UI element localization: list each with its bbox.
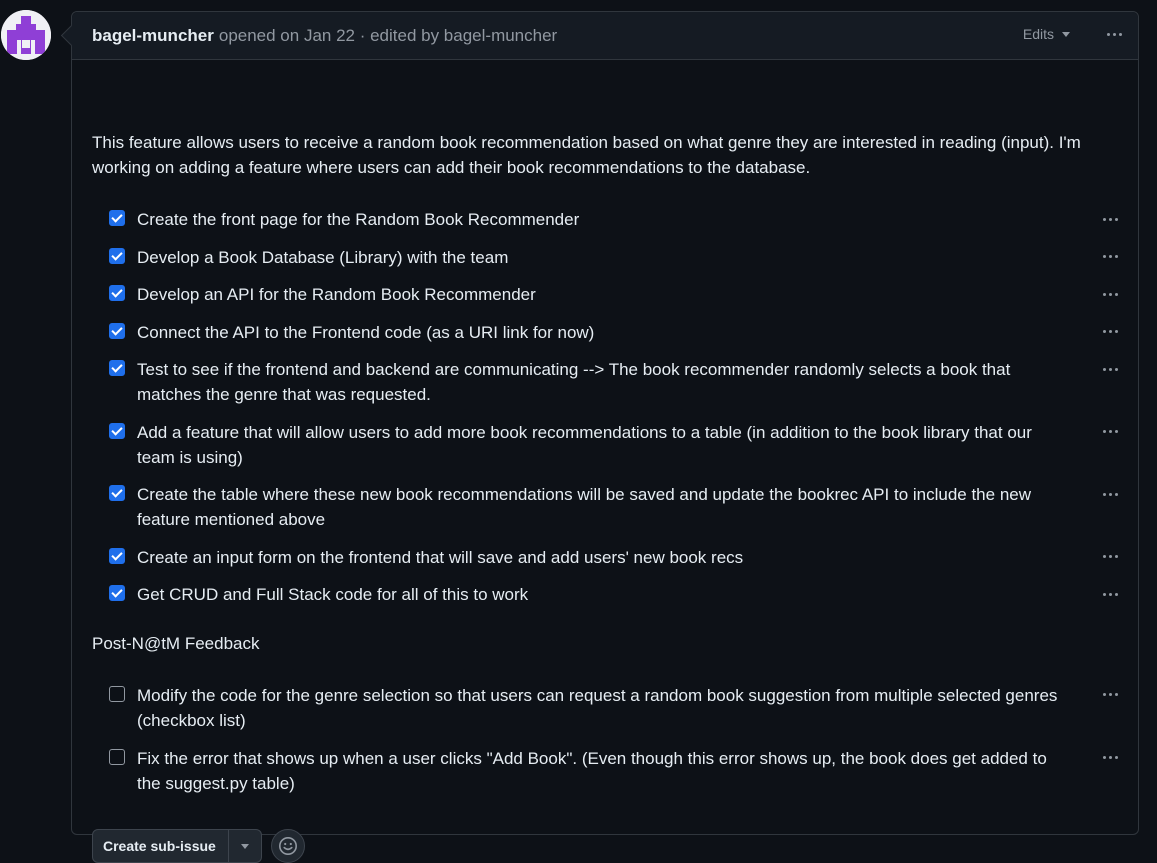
kebab-dot [1106,32,1110,36]
kebab-dot [1102,554,1106,558]
issue-comment: bagel-muncher opened on Jan 22 · edited … [71,11,1139,863]
task-checkbox[interactable] [109,585,125,601]
sub-issue-options-dropdown[interactable] [229,830,261,862]
feedback-task-item: Modify the code for the genre selection … [109,683,1069,733]
kebab-dot [1108,217,1112,221]
kebab-dot [1108,692,1112,696]
task-options-button[interactable] [1098,484,1122,504]
kebab-dot [1118,32,1122,36]
kebab-dot [1102,592,1106,596]
edits-label: Edits [1022,26,1054,42]
feedback-task-item: Fix the error that shows up when a user … [109,746,1069,796]
intro-paragraph: This feature allows users to receive a r… [92,133,1081,177]
task-checkbox[interactable] [109,749,125,765]
task-text: Connect the API to the Frontend code (as… [137,323,595,342]
smiley-icon [278,837,297,855]
create-sub-issue-button[interactable]: Create sub-issue [93,830,229,862]
kebab-dot [1102,692,1106,696]
task-item: Develop a Book Database (Library) with t… [109,245,1069,270]
task-checkbox[interactable] [109,210,125,226]
task-checkbox[interactable] [109,323,125,339]
kebab-dot [1102,429,1106,433]
task-text: Create the table where these new book re… [137,485,1032,529]
task-options-button[interactable] [1098,209,1122,229]
comment-meta[interactable]: opened on Jan 22 · edited by bagel-munch… [219,26,557,46]
kebab-dot [1108,329,1112,333]
task-options-button[interactable] [1098,584,1122,604]
task-options-button[interactable] [1098,321,1122,341]
task-checkbox[interactable] [109,248,125,264]
kebab-dot [1102,755,1106,759]
kebab-dot [1114,367,1118,371]
task-options-button[interactable] [1098,284,1122,304]
task-checkbox[interactable] [109,285,125,301]
kebab-dot [1102,367,1106,371]
task-text: Create an input form on the frontend tha… [137,548,744,567]
kebab-dot [1108,592,1112,596]
comment-options-button[interactable] [1102,24,1126,44]
kebab-dot [1112,32,1116,36]
task-text: Develop an API for the Random Book Recom… [137,285,536,304]
author-link[interactable]: bagel-muncher [92,26,214,46]
task-options-button[interactable] [1098,747,1122,767]
task-text: Add a feature that will allow users to a… [137,423,1032,467]
kebab-dot [1114,554,1118,558]
task-options-button[interactable] [1098,421,1122,441]
task-item: Create the front page for the Random Boo… [109,207,1069,232]
task-text: Test to see if the frontend and backend … [137,360,1011,404]
task-item: Create the table where these new book re… [109,482,1069,532]
task-item: Add a feature that will allow users to a… [109,420,1069,470]
kebab-dot [1102,217,1106,221]
task-item: Get CRUD and Full Stack code for all of … [109,582,1069,607]
avatar[interactable] [1,10,51,60]
kebab-dot [1102,329,1106,333]
task-checkbox[interactable] [109,360,125,376]
task-checkbox[interactable] [109,686,125,702]
kebab-dot [1114,492,1118,496]
task-options-button[interactable] [1098,546,1122,566]
kebab-dot [1114,592,1118,596]
task-options-button[interactable] [1098,246,1122,266]
kebab-dot [1108,292,1112,296]
kebab-dot [1108,254,1112,258]
kebab-dot [1114,292,1118,296]
kebab-dot [1114,755,1118,759]
triangle-down-icon [1062,31,1070,37]
triangle-down-icon [240,843,249,849]
kebab-dot [1108,755,1112,759]
task-item: Connect the API to the Frontend code (as… [109,320,1069,345]
task-text: Develop a Book Database (Library) with t… [137,248,509,267]
task-options-button[interactable] [1098,684,1122,704]
task-item: Develop an API for the Random Book Recom… [109,282,1069,307]
kebab-dot [1114,692,1118,696]
kebab-dot [1108,554,1112,558]
identicon-avatar-icon [1,10,51,60]
kebab-dot [1102,292,1106,296]
kebab-dot [1108,429,1112,433]
task-item: Create an input form on the frontend tha… [109,545,1069,570]
kebab-dot [1108,367,1112,371]
kebab-dot [1114,254,1118,258]
task-item: Test to see if the frontend and backend … [109,357,1069,407]
kebab-dot [1114,429,1118,433]
add-reaction-button[interactable] [270,829,305,863]
task-checkbox[interactable] [109,548,125,564]
task-text: Get CRUD and Full Stack code for all of … [137,585,529,604]
feedback-heading: Post-N@tM Feedback [92,634,260,653]
task-text: Create the front page for the Random Boo… [137,210,580,229]
kebab-dot [1114,217,1118,221]
kebab-dot [1108,492,1112,496]
comment-footer: Create sub-issue [92,829,305,863]
kebab-dot [1102,492,1106,496]
comment-header: bagel-muncher opened on Jan 22 · edited … [72,12,1138,60]
task-text: Modify the code for the genre selection … [137,686,1058,730]
kebab-dot [1102,254,1106,258]
task-checkbox[interactable] [109,485,125,501]
create-sub-issue-split-button: Create sub-issue [92,829,262,863]
task-checkbox[interactable] [109,423,125,439]
kebab-dot [1114,329,1118,333]
edits-dropdown[interactable]: Edits [1023,26,1070,42]
task-options-button[interactable] [1098,359,1122,379]
task-text: Fix the error that shows up when a user … [137,749,1047,793]
